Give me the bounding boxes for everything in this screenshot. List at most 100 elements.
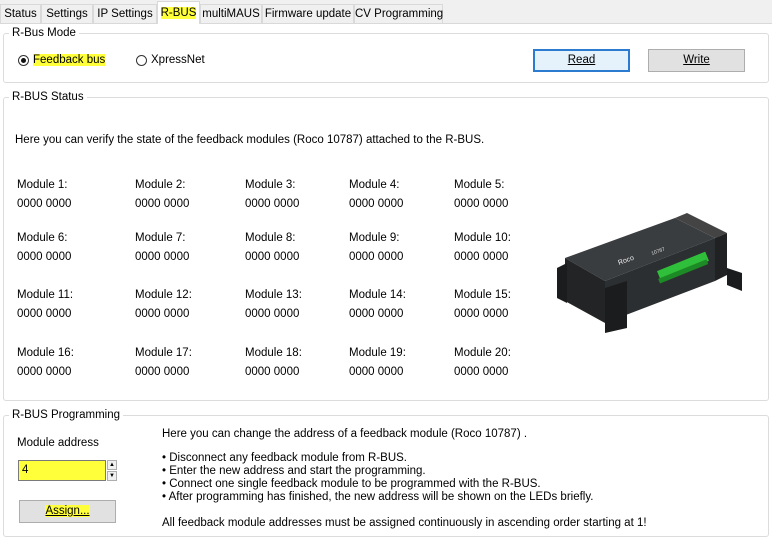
assign-button-label: Assign... (45, 505, 90, 517)
module-value: 0000 0000 (349, 198, 404, 210)
module-value: 0000 0000 (17, 198, 72, 210)
module-value: 0000 0000 (17, 308, 72, 320)
module-10: Module 10: 0000 0000 (454, 230, 511, 266)
module-label: Module 9: (349, 232, 400, 244)
module-4: Module 4: 0000 0000 (349, 177, 403, 213)
module-label: Module 20: (454, 347, 511, 359)
tab-cv-programming-label: CV Programming (355, 8, 444, 20)
module-11: Module 11: 0000 0000 (17, 287, 73, 323)
module-label: Module 13: (245, 289, 302, 301)
programming-step: After programming has finished, the new … (162, 491, 594, 504)
programming-step: Enter the new address and start the prog… (162, 465, 593, 478)
programming-step: Connect one single feedback module to be… (162, 478, 593, 491)
module-8: Module 8: 0000 0000 (245, 230, 299, 266)
module-value: 0000 0000 (349, 308, 404, 320)
radio-feedback-bus-indicator[interactable] (18, 54, 29, 66)
module-value: 0000 0000 (454, 198, 509, 210)
module-2: Module 2: 0000 0000 (135, 177, 189, 213)
write-button-label: Write (683, 54, 710, 66)
module-13: Module 13: 0000 0000 (245, 287, 302, 323)
r-bus-mode-title: R-Bus Mode (9, 26, 79, 40)
module-12: Module 12: 0000 0000 (135, 287, 192, 323)
radio-xpressnet-label: XpressNet (151, 54, 205, 66)
tab-r-bus[interactable]: R-BUS (157, 1, 200, 24)
module-value: 0000 0000 (245, 308, 300, 320)
module-label: Module 2: (135, 179, 186, 191)
tab-r-bus-label: R-BUS (160, 7, 197, 19)
radio-feedback-bus-label: Feedback bus (33, 54, 106, 66)
module-18: Module 18: 0000 0000 (245, 345, 302, 381)
tab-ip-settings-label: IP Settings (97, 8, 153, 20)
programming-note: All feedback module addresses must be as… (162, 517, 647, 529)
tab-bar: Status Settings IP Settings R-BUS multiM… (0, 0, 772, 24)
module-17: Module 17: 0000 0000 (135, 345, 192, 381)
module-6: Module 6: 0000 0000 (17, 230, 71, 266)
module-value: 0000 0000 (349, 251, 404, 263)
read-button-label: Read (567, 54, 596, 66)
module-label: Module 19: (349, 347, 406, 359)
tab-firmware-update-label: Firmware update (264, 8, 352, 20)
module-value: 0000 0000 (135, 308, 190, 320)
module-label: Module 7: (135, 232, 186, 244)
spinner-up-button[interactable]: ▲ (107, 460, 117, 470)
read-button[interactable]: Read (533, 49, 630, 72)
tab-ip-settings[interactable]: IP Settings (93, 4, 157, 23)
module-9: Module 9: 0000 0000 (349, 230, 403, 266)
module-value: 0000 0000 (454, 366, 509, 378)
tab-firmware-update[interactable]: Firmware update (262, 4, 354, 23)
module-address-label: Module address (17, 437, 99, 449)
r-bus-programming-title: R-BUS Programming (9, 408, 123, 422)
module-address-spinner[interactable]: 4 ▲ ▼ (18, 460, 118, 481)
tab-multimaus-label: multiMAUS (202, 8, 260, 20)
module-label: Module 4: (349, 179, 400, 191)
assign-button-text: Assign... (45, 505, 90, 517)
module-value: 0000 0000 (17, 366, 72, 378)
module-value: 0000 0000 (17, 251, 72, 263)
module-label: Module 8: (245, 232, 296, 244)
module-label: Module 12: (135, 289, 192, 301)
module-label: Module 1: (17, 179, 68, 191)
module-value: 0000 0000 (135, 198, 190, 210)
module-label: Module 11: (17, 289, 74, 301)
programming-step: Disconnect any feedback module from R-BU… (162, 452, 593, 465)
module-value: 0000 0000 (245, 198, 300, 210)
module-5: Module 5: 0000 0000 (454, 177, 508, 213)
module-label: Module 15: (454, 289, 511, 301)
module-label: Module 18: (245, 347, 302, 359)
module-value: 0000 0000 (245, 251, 300, 263)
module-7: Module 7: 0000 0000 (135, 230, 189, 266)
programming-intro: Here you can change the address of a fee… (162, 428, 528, 440)
tab-multimaus[interactable]: multiMAUS (200, 4, 262, 23)
assign-button[interactable]: Assign... (19, 500, 116, 523)
tab-status[interactable]: Status (0, 4, 41, 23)
module-label: Module 3: (245, 179, 296, 191)
feedback-module-image: Roco 10787 (557, 213, 742, 333)
tab-cv-programming[interactable]: CV Programming (354, 4, 443, 23)
tab-settings-label: Settings (46, 8, 88, 20)
module-label: Module 17: (135, 347, 192, 359)
spinner-buttons: ▲ ▼ (107, 460, 117, 481)
module-value: 0000 0000 (135, 366, 190, 378)
module-19: Module 19: 0000 0000 (349, 345, 406, 381)
module-label: Module 14: (349, 289, 406, 301)
module-address-input[interactable]: 4 (18, 460, 106, 481)
write-button[interactable]: Write (648, 49, 745, 72)
module-value: 0000 0000 (245, 366, 300, 378)
radio-xpressnet-indicator[interactable] (136, 54, 147, 66)
module-1: Module 1: 0000 0000 (17, 177, 71, 213)
radio-xpressnet[interactable]: XpressNet (136, 54, 205, 66)
tab-settings[interactable]: Settings (41, 4, 93, 23)
module-label: Module 6: (17, 232, 68, 244)
spinner-down-button[interactable]: ▼ (107, 471, 117, 481)
programming-steps: Disconnect any feedback module from R-BU… (162, 452, 594, 504)
status-description: Here you can verify the state of the fee… (15, 134, 485, 146)
module-label: Module 10: (454, 232, 511, 244)
module-value: 0000 0000 (454, 308, 509, 320)
module-value: 0000 0000 (135, 251, 190, 263)
r-bus-status-title: R-BUS Status (9, 90, 87, 104)
module-label: Module 5: (454, 179, 505, 191)
module-20: Module 20: 0000 0000 (454, 345, 511, 381)
module-15: Module 15: 0000 0000 (454, 287, 511, 323)
module-3: Module 3: 0000 0000 (245, 177, 299, 213)
radio-feedback-bus[interactable]: Feedback bus (18, 54, 106, 66)
